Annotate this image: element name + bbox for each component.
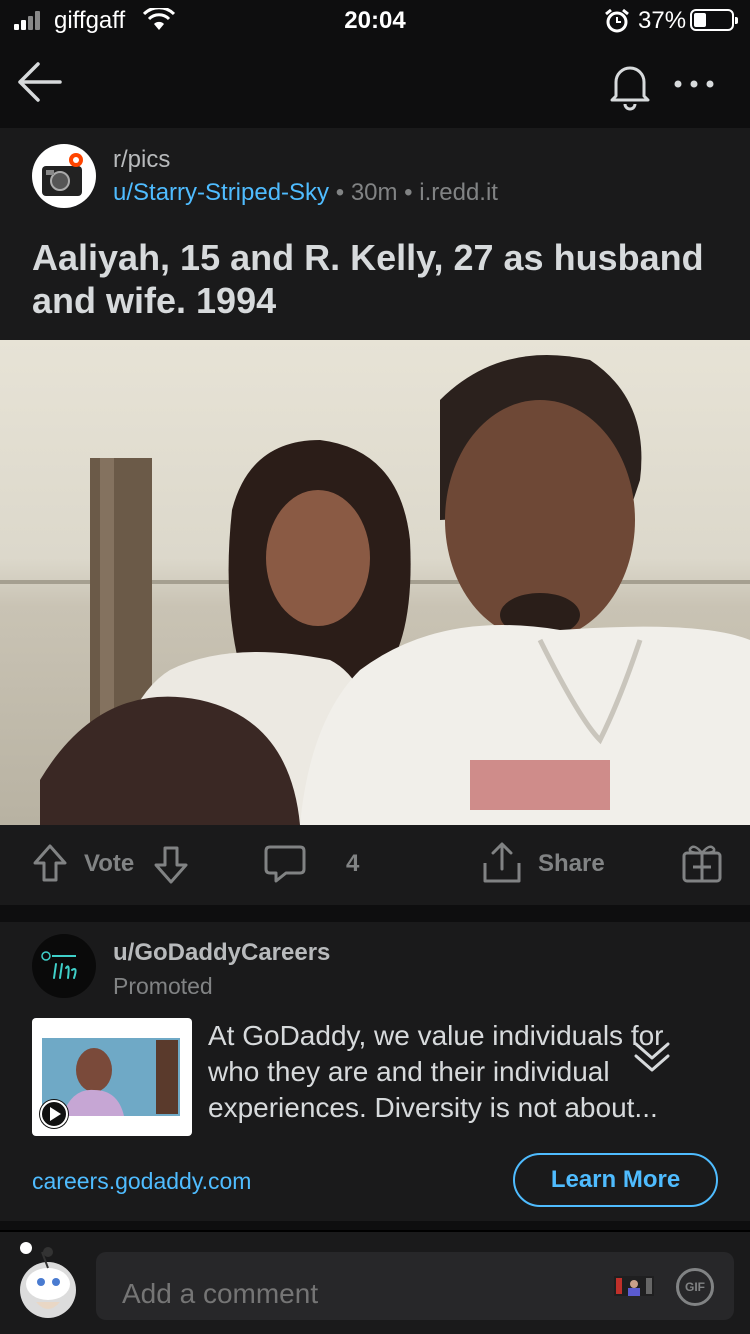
share-icon[interactable] <box>481 841 523 885</box>
post-card: r/pics u/Starry-Striped-Sky • 30m • i.re… <box>0 128 750 905</box>
comment-bar: GIF <box>0 1230 750 1334</box>
downvote-icon[interactable] <box>153 845 189 885</box>
godaddy-life-logo <box>41 951 77 979</box>
vote-label: Vote <box>84 850 135 877</box>
post-image[interactable] <box>0 340 750 825</box>
post-author[interactable]: u/Starry-Striped-Sky <box>113 179 329 206</box>
share-button[interactable]: Share <box>538 850 605 878</box>
comment-icon[interactable] <box>264 843 306 885</box>
image-attach-icon[interactable] <box>614 1276 654 1296</box>
subreddit-name[interactable]: r/pics <box>113 146 170 174</box>
award-gift-icon[interactable] <box>680 841 724 883</box>
promoted-post-card: u/GoDaddyCareers Promoted At GoDaddy, we… <box>0 922 750 1221</box>
promoted-video-thumbnail[interactable] <box>32 1018 192 1136</box>
post-action-bar: Vote 4 Share <box>0 825 750 905</box>
promoted-author[interactable]: u/GoDaddyCareers <box>113 939 330 967</box>
promoted-tag: Promoted <box>113 973 213 999</box>
status-bar: giffgaff 20:04 37% <box>0 0 750 40</box>
comment-count[interactable]: 4 <box>346 850 359 878</box>
bell-icon[interactable] <box>604 58 656 112</box>
battery-percentage: 37% <box>638 7 687 34</box>
battery-icon <box>690 9 738 31</box>
learn-more-button[interactable]: Learn More <box>513 1153 718 1207</box>
gif-button[interactable]: GIF <box>676 1268 714 1306</box>
subreddit-avatar[interactable] <box>32 144 96 208</box>
upvote-icon[interactable] <box>32 843 68 883</box>
post-meta: u/Starry-Striped-Sky • 30m • i.redd.it <box>113 179 498 206</box>
post-domain[interactable]: i.redd.it <box>419 179 498 206</box>
user-avatar[interactable] <box>12 1240 84 1320</box>
expand-chevron-icon[interactable] <box>630 1038 674 1078</box>
camera-icon <box>42 153 83 196</box>
more-options-icon[interactable] <box>672 70 716 98</box>
post-title[interactable]: Aaliyah, 15 and R. Kelly, 27 as husband … <box>32 236 722 322</box>
post-age: 30m <box>350 179 398 206</box>
back-arrow-icon[interactable] <box>14 56 66 108</box>
promoted-link[interactable]: careers.godaddy.com <box>32 1168 251 1195</box>
alarm-clock-icon <box>605 8 629 33</box>
godaddy-life-avatar[interactable] <box>32 934 96 998</box>
